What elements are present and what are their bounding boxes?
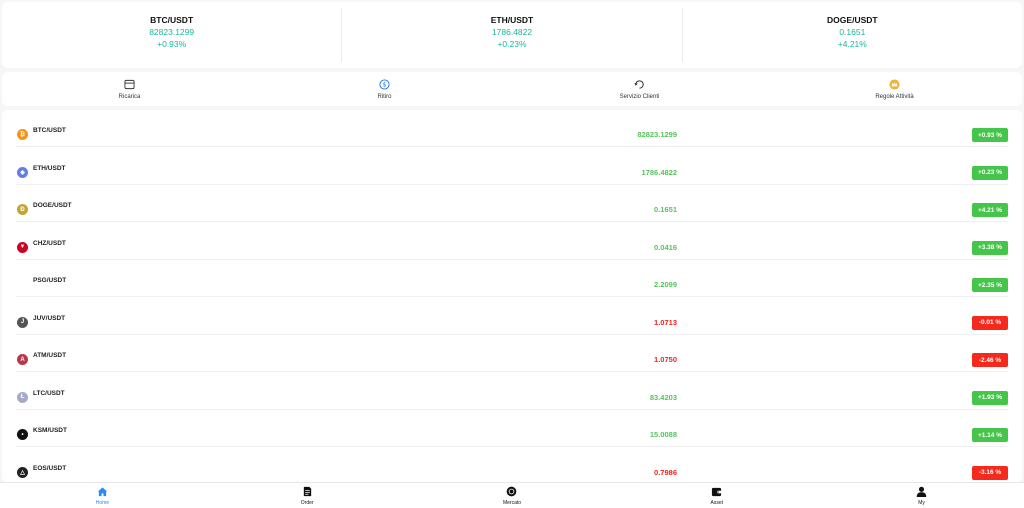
- ticker-price: 82823.1299: [149, 27, 195, 37]
- eth-coin-icon: ◆: [17, 166, 28, 178]
- market-row[interactable]: ◆ ETH/USDT 1786.4822 +0.23 %: [16, 148, 1008, 185]
- juv-coin-icon: J: [17, 316, 28, 328]
- bottom-tab-bar: Home Order Mercato Asset My: [0, 482, 1024, 508]
- market-price: 0.0416: [654, 242, 677, 252]
- ticker-doge[interactable]: DOGE/USDT 0.1651 +4.21%: [683, 2, 1022, 68]
- ticker-change: +0.93%: [157, 39, 187, 49]
- market-price: 15.0088: [649, 430, 677, 439]
- quick-action-label: Ricarica: [118, 93, 141, 100]
- change-badge[interactable]: +0.93 %: [972, 128, 1008, 142]
- order-icon: [303, 486, 311, 497]
- market-pair: JUV/USDT: [33, 314, 66, 322]
- change-badge[interactable]: +3.38 %: [972, 240, 1008, 255]
- change-badge[interactable]: +1.14 %: [972, 428, 1008, 442]
- quick-action-ritiro[interactable]: $ Ritiro: [257, 72, 512, 106]
- market-row[interactable]: J JUV/USDT 1.0713 -0.01 %: [16, 298, 1008, 335]
- atm-coin-icon: A: [17, 354, 28, 365]
- ltc-coin-icon: Ł: [17, 391, 28, 403]
- ticker-pair: BTC/USDT: [150, 15, 194, 25]
- quick-action-label: Ritiro: [377, 93, 392, 100]
- market-pair: BTC/USDT: [33, 127, 66, 134]
- quick-action-label: Regole Attività: [875, 93, 914, 100]
- psg-coin-icon: [17, 279, 28, 290]
- ticker-change: +4.21%: [837, 39, 867, 49]
- ksm-coin-icon: •: [17, 429, 28, 440]
- market-row[interactable]: A ATM/USDT 1.0750 -2.46 %: [16, 335, 1008, 372]
- market-pair: ATM/USDT: [33, 352, 67, 359]
- change-badge[interactable]: -2.46 %: [972, 353, 1008, 367]
- ticker-price: 0.1651: [839, 27, 866, 37]
- tab-label: Mercato: [502, 500, 522, 506]
- market-pair: PSG/USDT: [33, 277, 67, 284]
- customer-service-icon: [634, 79, 644, 89]
- tab-label: Order: [300, 500, 314, 506]
- ticker-pair: ETH/USDT: [490, 15, 534, 25]
- market-row[interactable]: △ EOS/USDT 0.7986 -3.16 %: [16, 448, 1008, 483]
- quick-action-ricarica[interactable]: Ricarica: [2, 72, 257, 106]
- change-badge[interactable]: -3.16 %: [972, 465, 1008, 480]
- market-price: 2.2099: [654, 280, 677, 289]
- tab-mercato[interactable]: Mercato: [410, 483, 615, 508]
- market-row[interactable]: ₿ BTC/USDT 82823.1299 +0.93 %: [16, 110, 1008, 147]
- quick-action-regole[interactable]: Regole Attività: [767, 72, 1022, 106]
- wallet-icon: [124, 79, 135, 89]
- tab-order[interactable]: Order: [205, 483, 410, 508]
- market-pair: ETH/USDT: [33, 164, 66, 172]
- market-list: ₿ BTC/USDT 82823.1299 +0.93 % ◆ ETH/USDT 1786.…: [2, 110, 1022, 482]
- market-pair: DOGE/USDT: [33, 202, 72, 209]
- market-price: 0.7986: [654, 467, 677, 477]
- withdraw-icon: $: [379, 78, 390, 90]
- btc-coin-icon: ₿: [17, 129, 28, 140]
- market-price: 1.0750: [654, 355, 677, 364]
- change-badge[interactable]: +4.21 %: [972, 203, 1008, 217]
- market-price: 83.4203: [649, 392, 677, 402]
- change-badge[interactable]: +2.35 %: [972, 278, 1008, 292]
- quick-action-label: Servizio Clienti: [619, 93, 660, 100]
- ticker-eth[interactable]: ETH/USDT 1786.4822 +0.23%: [342, 8, 683, 62]
- crown-icon: [889, 78, 900, 90]
- eos-coin-icon: △: [17, 466, 28, 478]
- market-price: 1.0713: [654, 317, 677, 327]
- tab-label: Asset: [710, 500, 724, 506]
- market-row[interactable]: • KSM/USDT 15.0088 +1.14 %: [16, 410, 1008, 447]
- asset-wallet-icon: [712, 487, 722, 497]
- market-row[interactable]: Ð DOGE/USDT 0.1651 +4.21 %: [16, 185, 1008, 222]
- market-pair: LTC/USDT: [33, 389, 65, 397]
- ticker-pair: DOGE/USDT: [827, 15, 878, 25]
- market-price: 0.1651: [654, 205, 677, 214]
- market-pair: EOS/USDT: [33, 464, 67, 472]
- change-badge[interactable]: +0.23 %: [972, 165, 1008, 180]
- chz-coin-icon: ▼: [17, 241, 28, 253]
- quick-actions: Ricarica $ Ritiro Servizio Clienti Regol…: [2, 72, 1022, 106]
- market-row[interactable]: PSG/USDT 2.2099 +2.35 %: [16, 260, 1008, 297]
- tab-my[interactable]: My: [819, 483, 1024, 508]
- ticker-bar: BTC/USDT 82823.1299 +0.93% ETH/USDT 1786…: [2, 2, 1022, 68]
- market-icon: [507, 486, 517, 497]
- quick-action-servizio-clienti[interactable]: Servizio Clienti: [512, 72, 767, 106]
- user-icon: [916, 486, 927, 497]
- market-price: 1786.4822: [641, 167, 677, 177]
- tab-label: My: [918, 500, 925, 506]
- ticker-change: +0.23%: [497, 39, 527, 49]
- ticker-btc[interactable]: BTC/USDT 82823.1299 +0.93%: [2, 8, 343, 62]
- market-pair: KSM/USDT: [33, 427, 67, 434]
- tab-home[interactable]: Home: [0, 483, 205, 508]
- tab-label: Home: [95, 500, 110, 506]
- tab-asset[interactable]: Asset: [614, 483, 819, 508]
- change-badge[interactable]: -0.01 %: [972, 315, 1008, 330]
- home-icon: [97, 487, 107, 497]
- market-price: 82823.1299: [637, 130, 677, 139]
- market-pair: CHZ/USDT: [33, 239, 66, 247]
- doge-coin-icon: Ð: [17, 204, 28, 215]
- change-badge[interactable]: +1.93 %: [972, 390, 1008, 405]
- market-row[interactable]: ▼ CHZ/USDT 0.0416 +3.38 %: [16, 223, 1008, 260]
- market-row[interactable]: Ł LTC/USDT 83.4203 +1.93 %: [16, 373, 1008, 410]
- svg-text:$: $: [383, 81, 387, 88]
- ticker-price: 1786.4822: [491, 27, 533, 37]
